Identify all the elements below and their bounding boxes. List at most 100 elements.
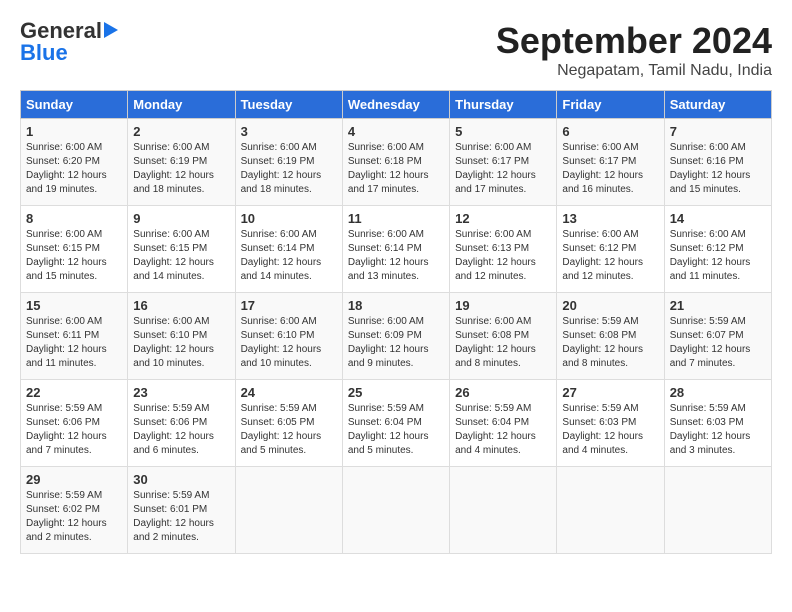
day-info: Sunrise: 6:00 AMSunset: 6:12 PMDaylight:… xyxy=(670,229,751,282)
table-row: 14 Sunrise: 6:00 AMSunset: 6:12 PMDayligh… xyxy=(664,206,771,293)
day-number: 7 xyxy=(670,124,766,139)
calendar-header: Sunday Monday Tuesday Wednesday Thursday… xyxy=(21,91,772,119)
day-number: 1 xyxy=(26,124,122,139)
week-row-3: 22 Sunrise: 5:59 AMSunset: 6:06 PMDayligh… xyxy=(21,380,772,467)
day-number: 27 xyxy=(562,385,658,400)
table-row xyxy=(450,467,557,554)
col-thursday: Thursday xyxy=(450,91,557,119)
table-row: 16 Sunrise: 6:00 AMSunset: 6:10 PMDayligh… xyxy=(128,293,235,380)
title-area: September 2024 Negapatam, Tamil Nadu, In… xyxy=(496,20,772,80)
day-number: 13 xyxy=(562,211,658,226)
day-number: 19 xyxy=(455,298,551,313)
day-number: 16 xyxy=(133,298,229,313)
day-info: Sunrise: 6:00 AMSunset: 6:16 PMDaylight:… xyxy=(670,142,751,195)
day-number: 24 xyxy=(241,385,337,400)
day-info: Sunrise: 6:00 AMSunset: 6:14 PMDaylight:… xyxy=(348,229,429,282)
col-wednesday: Wednesday xyxy=(342,91,449,119)
week-row-4: 29 Sunrise: 5:59 AMSunset: 6:02 PMDayligh… xyxy=(21,467,772,554)
day-number: 10 xyxy=(241,211,337,226)
header-row: Sunday Monday Tuesday Wednesday Thursday… xyxy=(21,91,772,119)
day-info: Sunrise: 6:00 AMSunset: 6:15 PMDaylight:… xyxy=(26,229,107,282)
day-number: 29 xyxy=(26,472,122,487)
day-info: Sunrise: 6:00 AMSunset: 6:19 PMDaylight:… xyxy=(241,142,322,195)
day-info: Sunrise: 6:00 AMSunset: 6:15 PMDaylight:… xyxy=(133,229,214,282)
day-info: Sunrise: 6:00 AMSunset: 6:10 PMDaylight:… xyxy=(241,316,322,369)
day-info: Sunrise: 6:00 AMSunset: 6:11 PMDaylight:… xyxy=(26,316,107,369)
day-number: 18 xyxy=(348,298,444,313)
table-row xyxy=(342,467,449,554)
table-row xyxy=(664,467,771,554)
day-info: Sunrise: 6:00 AMSunset: 6:12 PMDaylight:… xyxy=(562,229,643,282)
table-row: 11Sunrise: 6:00 AMSunset: 6:14 PMDayligh… xyxy=(342,206,449,293)
table-row: 29 Sunrise: 5:59 AMSunset: 6:02 PMDayligh… xyxy=(21,467,128,554)
day-info: Sunrise: 5:59 AMSunset: 6:03 PMDaylight:… xyxy=(670,403,751,456)
calendar-table: Sunday Monday Tuesday Wednesday Thursday… xyxy=(20,90,772,554)
day-number: 9 xyxy=(133,211,229,226)
logo: General Blue xyxy=(20,20,118,64)
day-number: 17 xyxy=(241,298,337,313)
day-info: Sunrise: 5:59 AMSunset: 6:07 PMDaylight:… xyxy=(670,316,751,369)
day-number: 12 xyxy=(455,211,551,226)
day-number: 4 xyxy=(348,124,444,139)
week-row-0: 1 Sunrise: 6:00 AMSunset: 6:20 PMDaylight… xyxy=(21,119,772,206)
day-info: Sunrise: 5:59 AMSunset: 6:04 PMDaylight:… xyxy=(455,403,536,456)
logo-blue: Blue xyxy=(20,40,68,65)
table-row: 10 Sunrise: 6:00 AMSunset: 6:14 PMDayligh… xyxy=(235,206,342,293)
table-row: 25 Sunrise: 5:59 AMSunset: 6:04 PMDayligh… xyxy=(342,380,449,467)
day-info: Sunrise: 5:59 AMSunset: 6:08 PMDaylight:… xyxy=(562,316,643,369)
day-info: Sunrise: 5:59 AMSunset: 6:04 PMDaylight:… xyxy=(348,403,429,456)
day-info: Sunrise: 6:00 AMSunset: 6:14 PMDaylight:… xyxy=(241,229,322,282)
col-friday: Friday xyxy=(557,91,664,119)
day-info: Sunrise: 6:00 AMSunset: 6:19 PMDaylight:… xyxy=(133,142,214,195)
header: General Blue September 2024 Negapatam, T… xyxy=(20,20,772,80)
table-row: 21Sunrise: 5:59 AMSunset: 6:07 PMDayligh… xyxy=(664,293,771,380)
calendar-body: 1 Sunrise: 6:00 AMSunset: 6:20 PMDaylight… xyxy=(21,119,772,554)
table-row: 26Sunrise: 5:59 AMSunset: 6:04 PMDayligh… xyxy=(450,380,557,467)
day-info: Sunrise: 6:00 AMSunset: 6:08 PMDaylight:… xyxy=(455,316,536,369)
day-info: Sunrise: 6:00 AMSunset: 6:18 PMDaylight:… xyxy=(348,142,429,195)
day-number: 6 xyxy=(562,124,658,139)
table-row: 2 Sunrise: 6:00 AMSunset: 6:19 PMDaylight… xyxy=(128,119,235,206)
day-number: 25 xyxy=(348,385,444,400)
table-row: 6 Sunrise: 6:00 AMSunset: 6:17 PMDaylight… xyxy=(557,119,664,206)
month-title: September 2024 xyxy=(496,20,772,62)
table-row: 28Sunrise: 5:59 AMSunset: 6:03 PMDayligh… xyxy=(664,380,771,467)
day-info: Sunrise: 5:59 AMSunset: 6:06 PMDaylight:… xyxy=(133,403,214,456)
table-row: 23Sunrise: 5:59 AMSunset: 6:06 PMDayligh… xyxy=(128,380,235,467)
table-row: 17 Sunrise: 6:00 AMSunset: 6:10 PMDayligh… xyxy=(235,293,342,380)
table-row: 4 Sunrise: 6:00 AMSunset: 6:18 PMDaylight… xyxy=(342,119,449,206)
table-row: 22 Sunrise: 5:59 AMSunset: 6:06 PMDayligh… xyxy=(21,380,128,467)
day-info: Sunrise: 5:59 AMSunset: 6:06 PMDaylight:… xyxy=(26,403,107,456)
day-info: Sunrise: 6:00 AMSunset: 6:17 PMDaylight:… xyxy=(562,142,643,195)
table-row: 27 Sunrise: 5:59 AMSunset: 6:03 PMDayligh… xyxy=(557,380,664,467)
day-number: 22 xyxy=(26,385,122,400)
day-info: Sunrise: 5:59 AMSunset: 6:01 PMDaylight:… xyxy=(133,490,214,543)
table-row: 15Sunrise: 6:00 AMSunset: 6:11 PMDayligh… xyxy=(21,293,128,380)
table-row: 5Sunrise: 6:00 AMSunset: 6:17 PMDaylight… xyxy=(450,119,557,206)
table-row: 30 Sunrise: 5:59 AMSunset: 6:01 PMDayligh… xyxy=(128,467,235,554)
week-row-1: 8 Sunrise: 6:00 AMSunset: 6:15 PMDaylight… xyxy=(21,206,772,293)
day-number: 2 xyxy=(133,124,229,139)
day-number: 14 xyxy=(670,211,766,226)
table-row: 8 Sunrise: 6:00 AMSunset: 6:15 PMDaylight… xyxy=(21,206,128,293)
day-info: Sunrise: 5:59 AMSunset: 6:02 PMDaylight:… xyxy=(26,490,107,543)
col-monday: Monday xyxy=(128,91,235,119)
logo-arrow-icon xyxy=(104,22,118,38)
table-row: 12 Sunrise: 6:00 AMSunset: 6:13 PMDayligh… xyxy=(450,206,557,293)
day-info: Sunrise: 5:59 AMSunset: 6:03 PMDaylight:… xyxy=(562,403,643,456)
day-info: Sunrise: 6:00 AMSunset: 6:10 PMDaylight:… xyxy=(133,316,214,369)
day-info: Sunrise: 6:00 AMSunset: 6:13 PMDaylight:… xyxy=(455,229,536,282)
table-row xyxy=(557,467,664,554)
table-row: 1 Sunrise: 6:00 AMSunset: 6:20 PMDaylight… xyxy=(21,119,128,206)
day-info: Sunrise: 6:00 AMSunset: 6:20 PMDaylight:… xyxy=(26,142,107,195)
day-info: Sunrise: 5:59 AMSunset: 6:05 PMDaylight:… xyxy=(241,403,322,456)
day-number: 30 xyxy=(133,472,229,487)
table-row xyxy=(235,467,342,554)
day-info: Sunrise: 6:00 AMSunset: 6:09 PMDaylight:… xyxy=(348,316,429,369)
table-row: 9 Sunrise: 6:00 AMSunset: 6:15 PMDaylight… xyxy=(128,206,235,293)
day-number: 8 xyxy=(26,211,122,226)
col-tuesday: Tuesday xyxy=(235,91,342,119)
col-saturday: Saturday xyxy=(664,91,771,119)
table-row: 18 Sunrise: 6:00 AMSunset: 6:09 PMDayligh… xyxy=(342,293,449,380)
table-row: 20Sunrise: 5:59 AMSunset: 6:08 PMDayligh… xyxy=(557,293,664,380)
